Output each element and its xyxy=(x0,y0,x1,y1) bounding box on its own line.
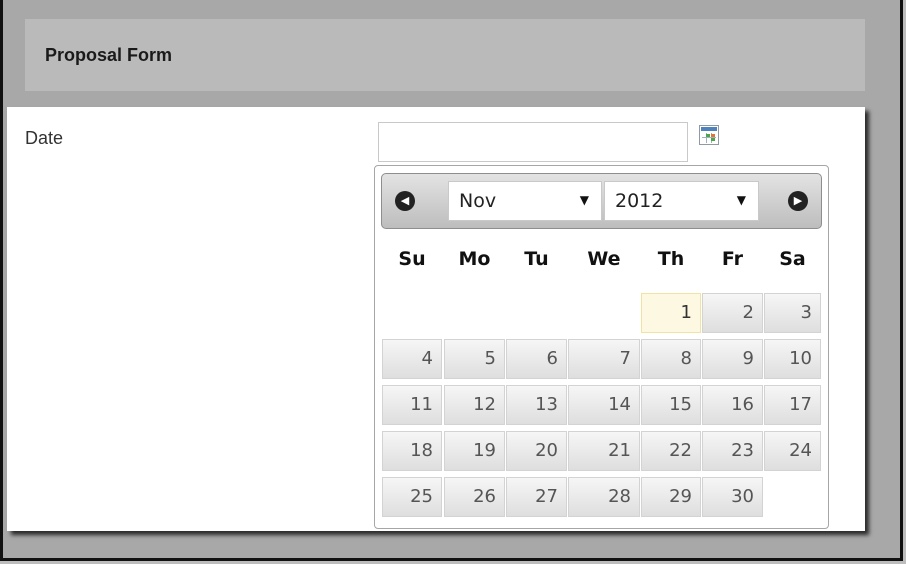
calendar-day[interactable]: 13 xyxy=(506,385,567,425)
calendar-day[interactable]: 8 xyxy=(641,339,701,379)
weekday-header: Th xyxy=(657,248,685,270)
calendar-day[interactable]: 22 xyxy=(641,431,701,471)
datepicker-header: ◀ Nov ▼ 2012 ▼ ▶ xyxy=(381,173,822,229)
chevron-down-icon: ▼ xyxy=(579,193,589,207)
calendar-day[interactable]: 3 xyxy=(764,293,821,333)
calendar-day[interactable]: 15 xyxy=(641,385,701,425)
weekday-header: Su xyxy=(398,248,426,270)
weekday-header: Fr xyxy=(721,248,744,270)
calendar-day[interactable]: 20 xyxy=(506,431,567,471)
calendar-day[interactable]: 16 xyxy=(702,385,763,425)
month-select-value: Nov xyxy=(459,190,497,212)
calendar-day[interactable]: 23 xyxy=(702,431,763,471)
year-select-value: 2012 xyxy=(615,190,664,212)
calendar-day[interactable]: 28 xyxy=(568,477,640,517)
weekday-header: Tu xyxy=(524,248,549,270)
calendar-day[interactable]: 6 xyxy=(506,339,567,379)
chevron-left-icon: ◀ xyxy=(400,194,410,207)
weekday-header: Sa xyxy=(779,248,806,270)
calendar-day[interactable]: 21 xyxy=(568,431,640,471)
calendar-day[interactable]: 27 xyxy=(506,477,567,517)
form-title: Proposal Form xyxy=(45,45,173,65)
calendar-day[interactable]: 9 xyxy=(702,339,763,379)
calendar-day[interactable]: 2 xyxy=(702,293,763,333)
form-header: Proposal Form xyxy=(25,19,865,91)
next-month-button[interactable]: ▶ xyxy=(788,191,808,211)
calendar-day[interactable]: 14 xyxy=(568,385,640,425)
chevron-right-icon: ▶ xyxy=(793,194,803,207)
datepicker-popup: ◀ Nov ▼ 2012 ▼ ▶ Su Mo Tu We Th Fr Sa 1 2 3 4 5 6 7 8 9… xyxy=(374,165,829,529)
prev-month-button[interactable]: ◀ xyxy=(395,191,415,211)
calendar-day[interactable]: 24 xyxy=(764,431,821,471)
calendar-day[interactable]: 11 xyxy=(382,385,442,425)
calendar-day[interactable]: 12 xyxy=(444,385,505,425)
calendar-day[interactable]: 7 xyxy=(568,339,640,379)
calendar-day[interactable]: 30 xyxy=(702,477,763,517)
year-select[interactable]: 2012 ▼ xyxy=(604,181,759,221)
chevron-down-icon: ▼ xyxy=(736,193,746,207)
calendar-day[interactable]: 4 xyxy=(382,339,442,379)
date-input[interactable] xyxy=(378,122,688,162)
calendar-day[interactable]: 1 xyxy=(641,293,701,333)
calendar-icon[interactable] xyxy=(699,125,719,145)
weekday-header: We xyxy=(587,248,621,270)
month-select[interactable]: Nov ▼ xyxy=(448,181,602,221)
date-label: Date xyxy=(25,128,64,148)
calendar-day[interactable]: 18 xyxy=(382,431,442,471)
calendar-day[interactable]: 25 xyxy=(382,477,442,517)
calendar-day[interactable]: 17 xyxy=(764,385,821,425)
calendar-day[interactable]: 19 xyxy=(444,431,505,471)
weekday-header: Mo xyxy=(458,248,491,270)
calendar-day[interactable]: 5 xyxy=(444,339,505,379)
calendar-day[interactable]: 26 xyxy=(444,477,505,517)
calendar-day[interactable]: 29 xyxy=(641,477,701,517)
calendar-day[interactable]: 10 xyxy=(764,339,821,379)
